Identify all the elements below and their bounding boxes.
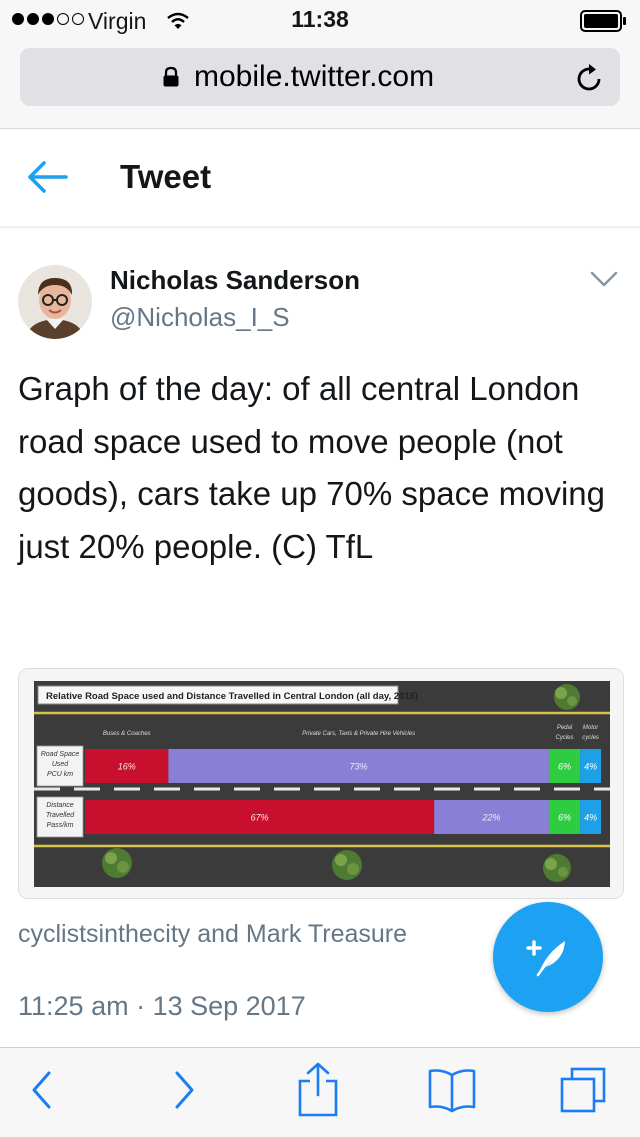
data-label: 4% [584, 813, 597, 823]
browser-back-button[interactable] [12, 1060, 72, 1120]
browser-toolbar [0, 1047, 640, 1137]
status-time: 11:38 [291, 6, 349, 32]
page-header: Tweet [0, 129, 640, 227]
share-icon [298, 1062, 338, 1117]
author-name[interactable]: Nicholas Sanderson [110, 265, 360, 296]
tree-icon [102, 848, 132, 878]
tabs-button[interactable] [553, 1060, 613, 1120]
category-label: Buses & Coaches [103, 731, 151, 737]
lock-icon [163, 66, 179, 87]
back-arrow-icon[interactable] [26, 159, 68, 195]
tweet-text: Graph of the day: of all central London … [18, 370, 605, 565]
reload-icon[interactable] [576, 62, 604, 92]
category-label: Private Cars, Taxis & Private Hire Vehic… [302, 731, 415, 737]
status-bar: Virgin 11:38 [0, 0, 640, 40]
author-handle[interactable]: @Nicholas_I_S [110, 302, 290, 333]
tree-icon [554, 684, 580, 710]
row-label: Distance Travelled Pass/km [46, 802, 75, 829]
chevron-down-icon[interactable] [590, 270, 618, 288]
data-label: 6% [558, 762, 571, 772]
url-text: mobile.twitter.com [194, 60, 435, 93]
compose-tweet-button[interactable] [493, 902, 603, 1012]
tabs-icon [560, 1067, 606, 1113]
data-label: 16% [118, 762, 136, 772]
data-label: 67% [251, 813, 269, 823]
back-icon [32, 1071, 51, 1109]
retweeted-by-text[interactable]: cyclistsinthecity and Mark Treasure [18, 920, 407, 949]
compose-icon [526, 940, 565, 977]
data-label: 4% [584, 762, 597, 772]
data-label: 22% [482, 813, 501, 823]
browser-forward-button[interactable] [154, 1060, 214, 1120]
header-shadow [0, 226, 640, 230]
data-label: 6% [558, 813, 571, 823]
share-button[interactable] [288, 1060, 348, 1120]
tweet-timestamp: 11:25 am · 13 Sep 2017 [18, 991, 306, 1021]
forward-icon [175, 1071, 194, 1109]
tweet-media-image[interactable]: Relative Road Space used and Distance Tr… [18, 668, 624, 899]
road-space-chart: Relative Road Space used and Distance Tr… [19, 669, 623, 898]
bookmarks-icon [428, 1069, 476, 1113]
bookmarks-button[interactable] [422, 1060, 482, 1120]
tree-icon [543, 854, 571, 882]
battery-icon [580, 10, 626, 32]
data-label: 73% [350, 762, 368, 772]
chart-title: Relative Road Space used and Distance Tr… [46, 691, 418, 702]
avatar[interactable] [18, 265, 92, 339]
page-title: Tweet [120, 158, 212, 195]
tree-icon [332, 850, 362, 880]
browser-address-area: mobile.twitter.com [0, 40, 640, 129]
address-bar[interactable]: mobile.twitter.com [20, 48, 620, 106]
